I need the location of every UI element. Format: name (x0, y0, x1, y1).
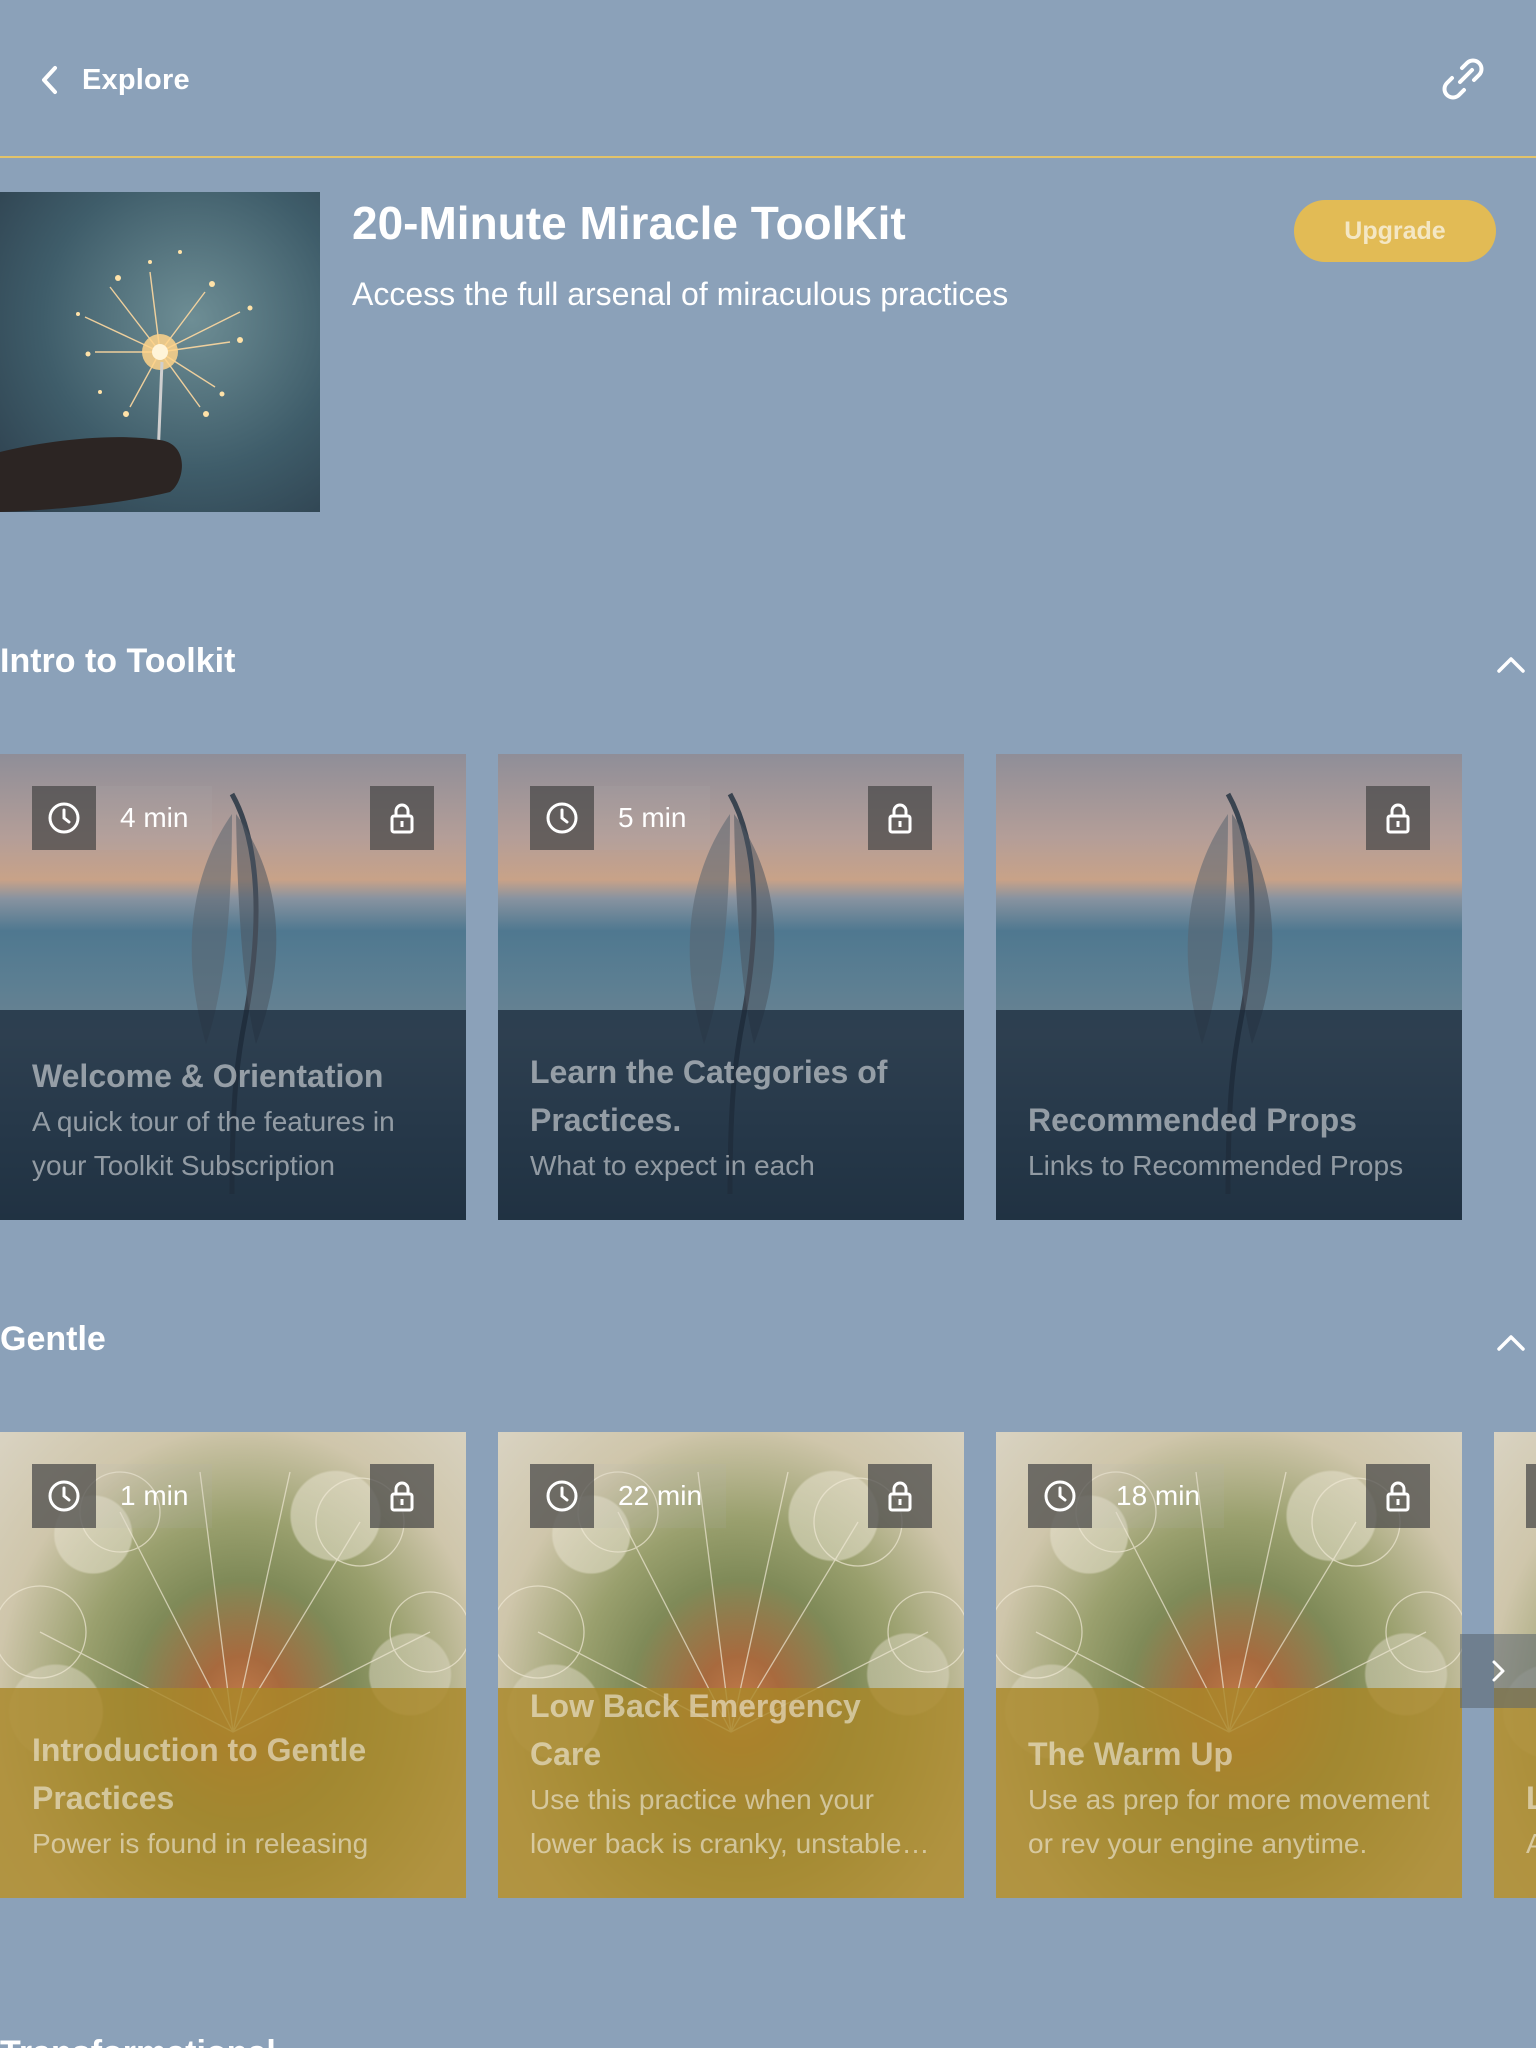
chevron-right-icon (1492, 1660, 1505, 1682)
clock-icon (530, 786, 594, 850)
clock-icon (32, 786, 96, 850)
lock-icon (1366, 1464, 1430, 1528)
section-title-intro: Intro to Toolkit (0, 642, 236, 680)
card-text: Learn the Categories of Practices. What … (530, 1048, 936, 1188)
chevron-up-icon[interactable] (1494, 648, 1528, 682)
chevron-left-icon (42, 66, 57, 94)
duration-badge: 4 min (32, 786, 213, 850)
card-text: Low Back Emergency Care Use this practic… (530, 1682, 936, 1866)
page-subtitle: Access the full arsenal of miraculous pr… (352, 276, 1009, 312)
card-description: Use as prep for more movement or rev you… (1028, 1784, 1430, 1859)
top-bar: Explore (0, 0, 1536, 158)
sparkler-image (0, 250, 253, 512)
card-title: Welcome & Orientation (32, 1058, 384, 1094)
carousel-next-button[interactable] (1460, 1634, 1536, 1708)
page-title: 20-Minute Miracle ToolKit (352, 197, 906, 249)
practice-card[interactable]: 4 min Welcome & Orientation A quick tour… (0, 754, 466, 1220)
duration-text: 4 min (96, 786, 213, 850)
section-title-transformational: Transformational (0, 2034, 276, 2048)
back-button[interactable]: Explore (36, 56, 190, 104)
card-title: Introduction to Gentle Practices (32, 1732, 367, 1816)
card-text: Recommended Props Links to Recommended P… (1028, 1096, 1434, 1188)
duration-text: 1 min (96, 1464, 213, 1528)
card-description: A quick tour of the features in your Too… (32, 1106, 395, 1181)
card-title: L (1526, 1780, 1536, 1816)
card-text: L A l (1526, 1774, 1536, 1866)
duration-badge: 5 min (530, 786, 711, 850)
lock-icon (868, 786, 932, 850)
card-description: Use this practice when your lower back i… (530, 1784, 935, 1859)
duration-text: 5 min (594, 786, 711, 850)
gentle-card-row: 1 min Introduction to Gentle Practices P… (0, 1432, 1536, 1898)
clock-icon (530, 1464, 594, 1528)
back-label: Explore (82, 63, 190, 96)
link-icon (1442, 58, 1484, 100)
clock-icon (1028, 1464, 1092, 1528)
duration-badge: 22 min (530, 1464, 727, 1528)
card-text: The Warm Up Use as prep for more movemen… (1028, 1730, 1434, 1866)
duration-badge: 1 min (32, 1464, 213, 1528)
card-description: Links to Recommended Props (1028, 1150, 1404, 1181)
lock-icon (868, 1464, 932, 1528)
duration-text: 18 min (1092, 1464, 1225, 1528)
section-title-gentle: Gentle (0, 1320, 106, 1358)
duration-badge (1526, 1464, 1536, 1528)
card-title: Low Back Emergency Care (530, 1688, 861, 1772)
toolkit-cover-image (0, 192, 320, 512)
duration-badge: 18 min (1028, 1464, 1225, 1528)
card-text: Introduction to Gentle Practices Power i… (32, 1726, 438, 1866)
upgrade-button[interactable]: Upgrade (1294, 200, 1496, 262)
lock-icon (1366, 786, 1430, 850)
intro-card-row: 4 min Welcome & Orientation A quick tour… (0, 754, 1536, 1220)
chevron-up-icon[interactable] (1494, 1326, 1528, 1360)
card-description: A l (1526, 1828, 1536, 1859)
practice-card[interactable]: 18 min The Warm Up Use as prep for more … (996, 1432, 1462, 1898)
card-title: The Warm Up (1028, 1736, 1234, 1772)
clock-icon (32, 1464, 96, 1528)
share-link-button[interactable] (1440, 56, 1486, 102)
card-description: Power is found in releasing (32, 1828, 369, 1859)
clock-icon (1526, 1464, 1536, 1528)
practice-card[interactable]: 5 min Learn the Categories of Practices.… (498, 754, 964, 1220)
chevron-up-icon[interactable] (1494, 2040, 1528, 2048)
lock-icon (370, 1464, 434, 1528)
card-text: Welcome & Orientation A quick tour of th… (32, 1052, 438, 1188)
card-title: Recommended Props (1028, 1102, 1357, 1138)
lock-icon (370, 786, 434, 850)
card-title: Learn the Categories of Practices. (530, 1054, 888, 1138)
card-description: What to expect in each (530, 1150, 815, 1181)
practice-card[interactable]: 22 min Low Back Emergency Care Use this … (498, 1432, 964, 1898)
practice-card[interactable]: Recommended Props Links to Recommended P… (996, 754, 1462, 1220)
practice-card[interactable]: 1 min Introduction to Gentle Practices P… (0, 1432, 466, 1898)
duration-text: 22 min (594, 1464, 727, 1528)
toolkit-page: Explore 20-Minute Miracle ToolKit Access… (0, 0, 1536, 2048)
